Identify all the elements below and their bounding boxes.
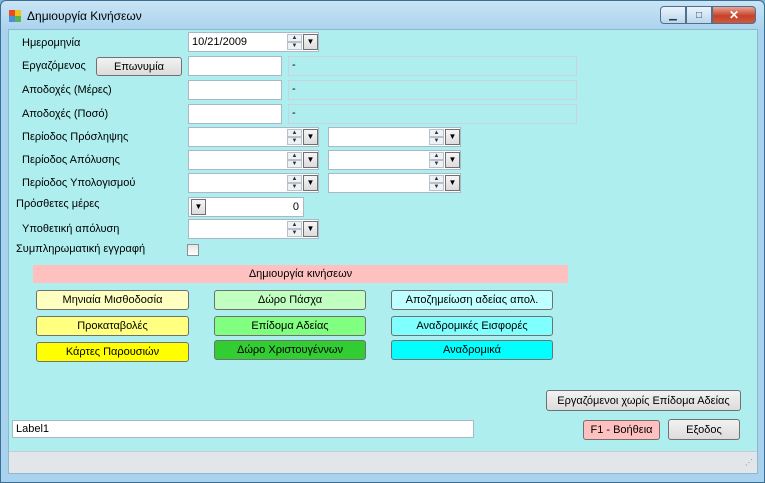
app-form-icon bbox=[9, 10, 21, 22]
close-button[interactable]: ✕ bbox=[712, 6, 756, 24]
help-button[interactable]: F1 - Βοήθεια bbox=[583, 420, 660, 440]
date-picker[interactable]: 10/21/2009 ▲ ▼ ▼ bbox=[188, 32, 319, 52]
earnings-amount-display: - bbox=[288, 104, 577, 124]
leave-compensation-button[interactable]: Αποζημείωση αδείας απολ. bbox=[391, 290, 553, 310]
employee-name-display: - bbox=[288, 56, 577, 76]
supplementary-entry-label: Συμπληρωματική εγγραφή bbox=[16, 243, 146, 255]
window-title: Δημιουργία Κινήσεων bbox=[27, 9, 142, 23]
earnings-days-display: - bbox=[288, 80, 577, 100]
extra-days-field[interactable]: ▼ 0 bbox=[188, 197, 304, 217]
earnings-amount-label: Αποδοχές (Ποσό) bbox=[22, 108, 109, 120]
spin-updown-icon[interactable]: ▲ ▼ bbox=[287, 129, 302, 145]
retro-contributions-button[interactable]: Αναδρομικές Εισφορές bbox=[391, 316, 553, 336]
exit-button[interactable]: Εξοδος bbox=[668, 419, 740, 440]
monthly-payroll-button[interactable]: Μηνιαία Μισθοδοσία bbox=[36, 290, 189, 310]
spin-updown-icon[interactable]: ▲ ▼ bbox=[287, 221, 302, 237]
dropdown-arrow-icon[interactable]: ▼ bbox=[445, 129, 460, 145]
dropdown-arrow-icon[interactable]: ▼ bbox=[191, 199, 206, 215]
extra-days-value: 0 bbox=[292, 201, 299, 213]
dismissal-period-label: Περίοδος Απόλυσης bbox=[22, 154, 120, 166]
spin-updown-icon[interactable]: ▲ ▼ bbox=[287, 175, 302, 191]
earnings-days-input[interactable] bbox=[188, 80, 282, 100]
hire-period-to[interactable]: ▲ ▼ ▼ bbox=[328, 127, 461, 147]
calc-period-from[interactable]: ▲ ▼ ▼ bbox=[188, 173, 319, 193]
dismissal-period-to[interactable]: ▲ ▼ ▼ bbox=[328, 150, 461, 170]
window-controls: ▁ □ ✕ bbox=[660, 6, 756, 24]
earnings-days-label: Αποδοχές (Μέρες) bbox=[22, 84, 112, 96]
title-bar[interactable]: Δημιουργία Κινήσεων ▁ □ ✕ bbox=[1, 1, 764, 29]
dropdown-arrow-icon[interactable]: ▼ bbox=[303, 129, 318, 145]
advances-button[interactable]: Προκαταβολές bbox=[36, 316, 189, 336]
no-leave-allowance-button[interactable]: Εργαζόμενοι χωρίς Επίδομα Αδείας bbox=[546, 390, 741, 411]
dismissal-period-from[interactable]: ▲ ▼ ▼ bbox=[188, 150, 319, 170]
dropdown-arrow-icon[interactable]: ▼ bbox=[303, 175, 318, 191]
spin-updown-icon[interactable]: ▲ ▼ bbox=[287, 152, 302, 168]
spin-updown-icon[interactable]: ▲ ▼ bbox=[429, 152, 444, 168]
christmas-bonus-button[interactable]: Δώρο Χριστουγέννων bbox=[214, 340, 366, 360]
hire-period-label: Περίοδος Πρόσληψης bbox=[22, 131, 129, 143]
status-bar: ⋰ bbox=[9, 451, 757, 473]
leave-allowance-button[interactable]: Επίδομα Αδείας bbox=[214, 316, 366, 336]
maximize-button[interactable]: □ bbox=[686, 6, 712, 24]
calc-period-to[interactable]: ▲ ▼ ▼ bbox=[328, 173, 461, 193]
supplementary-entry-checkbox[interactable] bbox=[187, 244, 199, 256]
hire-period-from[interactable]: ▲ ▼ ▼ bbox=[188, 127, 319, 147]
hypothetical-dismissal-picker[interactable]: ▲ ▼ ▼ bbox=[188, 219, 319, 239]
spin-updown-icon[interactable]: ▲ ▼ bbox=[429, 175, 444, 191]
spin-updown-icon[interactable]: ▲ ▼ bbox=[429, 129, 444, 145]
earnings-amount-input[interactable] bbox=[188, 104, 282, 124]
calc-period-label: Περίοδος Υπολογισμού bbox=[22, 177, 136, 189]
create-movements-banner: Δημιουργία κινήσεων bbox=[33, 265, 568, 283]
resize-grip-icon[interactable]: ⋰ bbox=[743, 459, 753, 470]
extra-days-label: Πρόσθετες μέρες bbox=[16, 198, 100, 210]
dropdown-arrow-icon[interactable]: ▼ bbox=[303, 221, 318, 237]
minimize-button[interactable]: ▁ bbox=[660, 6, 686, 24]
label1-field: Label1 bbox=[12, 420, 474, 438]
date-label: Ημερομηνία bbox=[22, 37, 81, 49]
dropdown-arrow-icon[interactable]: ▼ bbox=[445, 175, 460, 191]
hypothetical-dismissal-label: Υποθετική απόλυση bbox=[22, 223, 120, 235]
employee-label: Εργαζόμενος bbox=[22, 60, 86, 72]
attendance-cards-button[interactable]: Κάρτες Παρουσιών bbox=[36, 342, 189, 362]
retroactive-button[interactable]: Αναδρομικά bbox=[391, 340, 553, 360]
date-value: 10/21/2009 bbox=[192, 36, 248, 48]
dropdown-arrow-icon[interactable]: ▼ bbox=[445, 152, 460, 168]
dropdown-arrow-icon[interactable]: ▼ bbox=[303, 34, 318, 50]
employee-name-button[interactable]: Επωνυμία bbox=[96, 57, 182, 76]
easter-bonus-button[interactable]: Δώρο Πάσχα bbox=[214, 290, 366, 310]
employee-code-input[interactable] bbox=[188, 56, 282, 76]
main-window: Δημιουργία Κινήσεων ▁ □ ✕ Ημερομηνία 10/… bbox=[0, 0, 765, 483]
spin-updown-icon[interactable]: ▲ ▼ bbox=[287, 34, 302, 50]
form-client-area: Ημερομηνία 10/21/2009 ▲ ▼ ▼ Εργαζόμενος Ε… bbox=[8, 29, 758, 474]
dropdown-arrow-icon[interactable]: ▼ bbox=[303, 152, 318, 168]
